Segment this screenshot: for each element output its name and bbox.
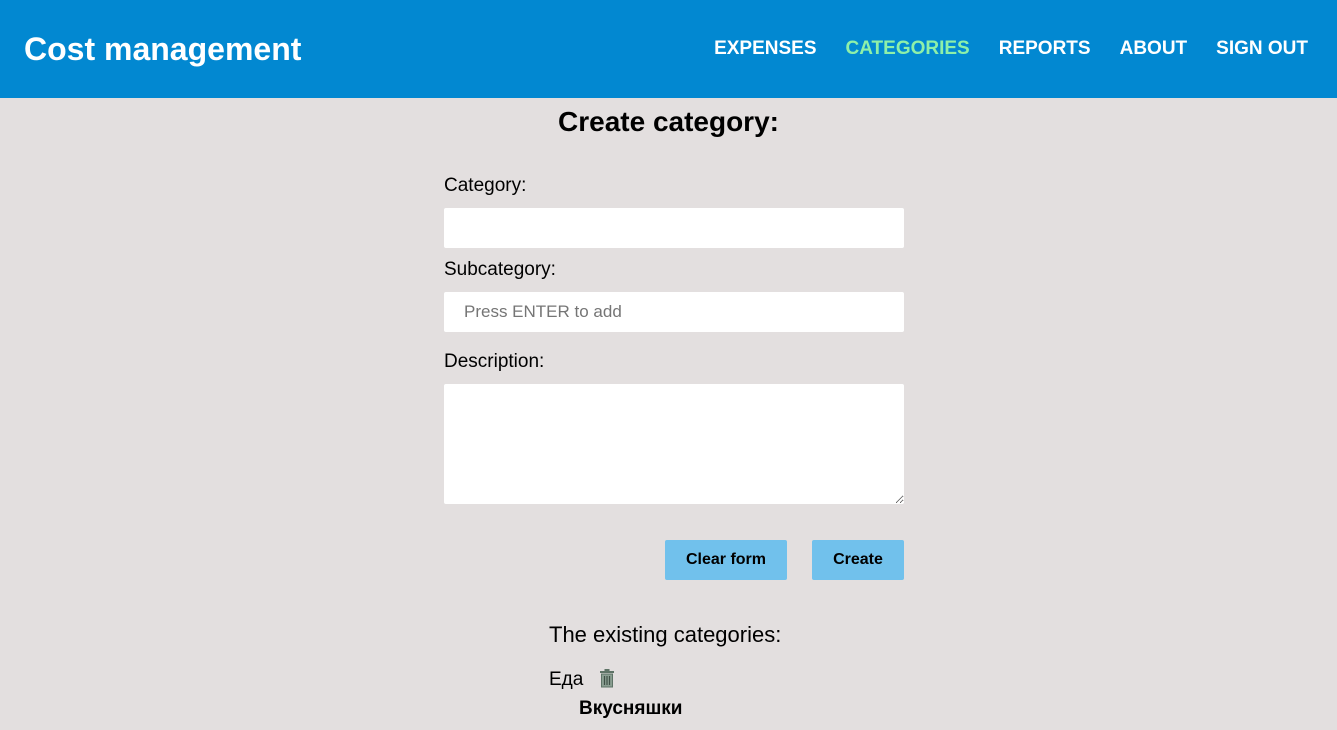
category-name: Еда bbox=[549, 669, 584, 690]
main-nav: EXPENSES CATEGORIES REPORTS ABOUT SIGN O… bbox=[714, 36, 1337, 62]
subcategory-input[interactable] bbox=[444, 292, 904, 332]
description-label: Description: bbox=[444, 351, 545, 372]
subcategory-item: Вкусняшки bbox=[579, 698, 683, 719]
top-app-bar: Cost management EXPENSES CATEGORIES REPO… bbox=[0, 0, 1337, 98]
category-input[interactable] bbox=[444, 208, 904, 248]
nav-item-reports[interactable]: REPORTS bbox=[999, 36, 1091, 62]
description-textarea[interactable] bbox=[444, 384, 904, 504]
subcategory-label: Subcategory: bbox=[444, 259, 556, 280]
trash-icon[interactable] bbox=[597, 668, 617, 688]
existing-categories-heading: The existing categories: bbox=[549, 622, 782, 647]
nav-item-about[interactable]: ABOUT bbox=[1120, 36, 1188, 62]
clear-form-button[interactable]: Clear form bbox=[665, 540, 787, 580]
create-button[interactable]: Create bbox=[812, 540, 904, 580]
nav-item-categories[interactable]: CATEGORIES bbox=[846, 36, 970, 62]
nav-item-sign-out[interactable]: SIGN OUT bbox=[1216, 36, 1308, 62]
page-title: Create category: bbox=[558, 106, 779, 137]
app-title: Cost management bbox=[24, 31, 302, 67]
category-label: Category: bbox=[444, 175, 527, 196]
nav-item-expenses[interactable]: EXPENSES bbox=[714, 36, 816, 62]
